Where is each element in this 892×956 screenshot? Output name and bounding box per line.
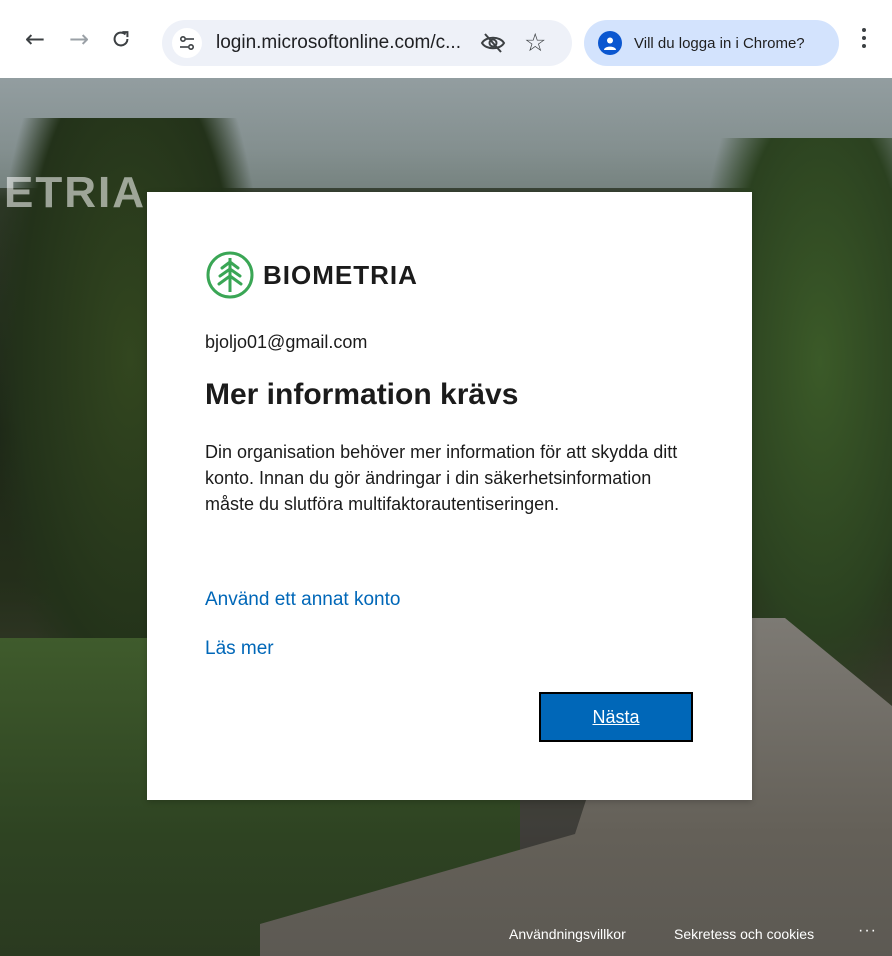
profile-chip-label: Vill du logga in i Chrome? xyxy=(634,34,805,52)
tune-svg xyxy=(179,35,195,51)
next-button[interactable]: Nästa xyxy=(539,692,693,742)
terms-of-use-link[interactable]: Användningsvillkor xyxy=(509,926,626,942)
url-text[interactable]: login.microsoftonline.com/c... xyxy=(216,32,461,54)
account-identity: bjoljo01@gmail.com xyxy=(205,332,368,352)
use-other-account-link[interactable]: Använd ett annat konto xyxy=(205,589,400,611)
person-svg xyxy=(604,37,616,50)
signin-card: BIOMETRIA bjoljo01@gmail.com Mer informa… xyxy=(147,192,752,800)
site-info-icon[interactable] xyxy=(172,28,202,58)
page-title: Mer information krävs xyxy=(205,378,519,411)
browser-menu-icon[interactable] xyxy=(858,28,870,58)
reload-svg xyxy=(113,31,129,47)
learn-more-link[interactable]: Läs mer xyxy=(205,638,274,660)
biometria-tree-icon xyxy=(206,251,254,299)
privacy-cookies-link[interactable]: Sekretess och cookies xyxy=(674,926,814,942)
browser-toolbar: ← → login.microsoftonline.com/c... ☆ Vil… xyxy=(0,0,892,78)
back-arrow-icon[interactable]: ← xyxy=(20,24,50,54)
more-options-icon[interactable]: ··· xyxy=(858,922,877,940)
eye-off-icon[interactable] xyxy=(480,32,506,59)
brand-name: BIOMETRIA xyxy=(263,259,418,290)
bookmark-star-icon[interactable]: ☆ xyxy=(524,28,546,57)
address-bar[interactable]: login.microsoftonline.com/c... ☆ xyxy=(162,20,572,66)
reload-icon[interactable] xyxy=(106,24,136,54)
eye-off-svg xyxy=(480,33,506,53)
profile-signin-chip[interactable]: Vill du logga in i Chrome? xyxy=(584,20,839,66)
background-brand-text: ETRIA xyxy=(4,168,146,217)
brand-logo: BIOMETRIA xyxy=(205,250,418,300)
description-text: Din organisation behöver mer information… xyxy=(205,442,678,514)
profile-avatar-icon xyxy=(598,31,622,55)
forward-arrow-icon[interactable]: → xyxy=(64,24,94,54)
